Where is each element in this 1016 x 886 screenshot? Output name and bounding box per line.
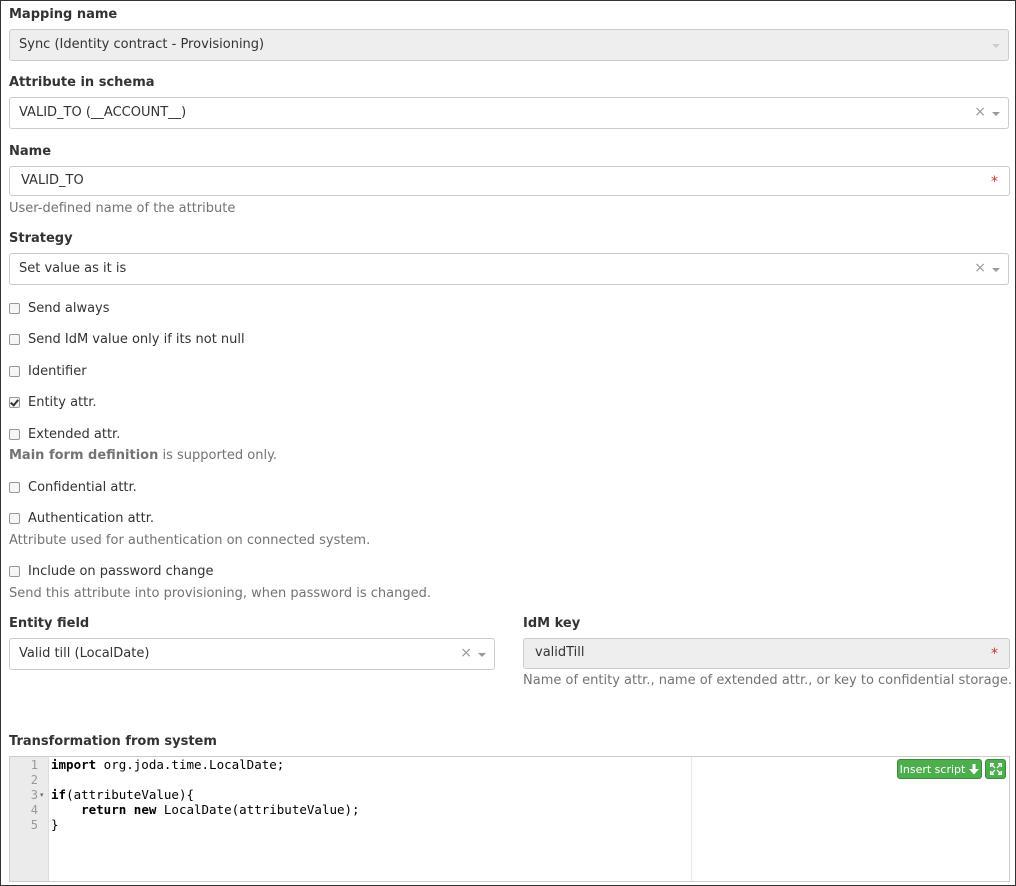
extended-attr-checkbox-row[interactable]: Extended attr. — [9, 426, 120, 442]
password-change-label[interactable]: Include on password change — [28, 564, 213, 579]
arrow-down-icon — [969, 763, 980, 774]
idm-key-value: validTill — [535, 645, 585, 660]
code-line-3[interactable]: if(attributeValue){ — [51, 787, 194, 802]
mapping-name-value: Sync (Identity contract - Provisioning) — [19, 37, 265, 52]
line-number: 4 — [30, 803, 38, 817]
fullscreen-button[interactable] — [985, 759, 1006, 779]
authentication-attr-label[interactable]: Authentication attr. — [28, 511, 154, 526]
send-idm-value-checkbox[interactable] — [9, 333, 20, 345]
transformation-label: Transformation from system — [9, 734, 217, 749]
authentication-attr-checkbox[interactable] — [9, 512, 20, 524]
password-change-checkbox[interactable] — [9, 565, 20, 577]
name-input[interactable]: VALID_TO * — [9, 166, 1010, 196]
send-always-checkbox[interactable] — [9, 302, 20, 314]
entity-field-value: Valid till (LocalDate) — [19, 646, 150, 661]
code-line-4[interactable]: return new LocalDate(attributeValue); — [51, 802, 359, 817]
identifier-checkbox-row[interactable]: Identifier — [9, 363, 87, 379]
extended-attr-label[interactable]: Extended attr. — [28, 427, 120, 442]
clear-icon[interactable]: × — [460, 645, 472, 661]
name-help-text: User-defined name of the attribute — [9, 201, 236, 216]
idm-key-label: IdM key — [523, 616, 581, 631]
expand-icon — [989, 763, 1002, 775]
chevron-down-icon[interactable] — [992, 268, 1000, 272]
editor-gutter: 1 2 3 ▾ 4 5 — [10, 757, 49, 881]
send-always-label[interactable]: Send always — [28, 301, 110, 316]
line-number: 2 — [30, 773, 38, 787]
chevron-down-icon — [992, 44, 1000, 48]
identifier-checkbox[interactable] — [9, 365, 20, 377]
extended-help-rest: is supported only. — [158, 448, 278, 463]
entity-attr-checkbox-row[interactable]: Entity attr. — [9, 394, 97, 410]
attribute-in-schema-label: Attribute in schema — [9, 75, 155, 90]
idm-key-input: validTill * — [523, 638, 1010, 669]
required-indicator: * — [991, 646, 998, 662]
attribute-in-schema-value: VALID_TO (__ACCOUNT__) — [19, 105, 187, 120]
print-margin — [691, 757, 692, 881]
code-line-5[interactable]: } — [51, 817, 59, 832]
line-number: 5 — [30, 818, 38, 832]
extended-attr-checkbox[interactable] — [9, 428, 20, 440]
entity-attr-label[interactable]: Entity attr. — [28, 395, 97, 410]
strategy-select[interactable]: Set value as it is × — [9, 253, 1009, 285]
fold-arrow-icon[interactable]: ▾ — [40, 791, 44, 799]
password-change-checkbox-row[interactable]: Include on password change — [9, 563, 213, 579]
send-idm-value-checkbox-row[interactable]: Send IdM value only if its not null — [9, 331, 245, 347]
confidential-attr-checkbox-row[interactable]: Confidential attr. — [9, 479, 137, 495]
entity-field-select[interactable]: Valid till (LocalDate) × — [9, 638, 495, 670]
confidential-attr-label[interactable]: Confidential attr. — [28, 480, 137, 495]
authentication-attr-checkbox-row[interactable]: Authentication attr. — [9, 510, 154, 526]
idm-key-help-text: Name of entity attr., name of extended a… — [523, 673, 1012, 688]
extended-attr-help-text: Main form definition is supported only. — [9, 448, 277, 463]
mapping-name-select: Sync (Identity contract - Provisioning) — [9, 29, 1009, 61]
attribute-in-schema-select[interactable]: VALID_TO (__ACCOUNT__) × — [9, 97, 1009, 129]
chevron-down-icon[interactable] — [478, 653, 486, 657]
strategy-value: Set value as it is — [19, 261, 127, 276]
identifier-label[interactable]: Identifier — [28, 364, 87, 379]
insert-script-button[interactable]: Insert script — [897, 759, 982, 779]
script-editor[interactable]: 1 2 3 ▾ 4 5 import org.joda.time.LocalDa… — [9, 756, 1010, 882]
name-label: Name — [9, 144, 52, 159]
authentication-help-text: Attribute used for authentication on con… — [9, 533, 371, 548]
line-number: 3 — [30, 788, 38, 802]
extended-help-bold: Main form definition — [9, 448, 159, 463]
chevron-down-icon[interactable] — [992, 112, 1000, 116]
mapping-name-label: Mapping name — [9, 7, 118, 22]
send-idm-value-label[interactable]: Send IdM value only if its not null — [28, 332, 245, 347]
name-input-value: VALID_TO — [21, 173, 84, 188]
required-indicator: * — [991, 174, 998, 190]
clear-icon[interactable]: × — [974, 260, 986, 276]
send-always-checkbox-row[interactable]: Send always — [9, 300, 110, 316]
clear-icon[interactable]: × — [974, 104, 986, 120]
code-line-1[interactable]: import org.joda.time.LocalDate; — [51, 757, 284, 772]
line-number: 1 — [30, 758, 38, 772]
confidential-attr-checkbox[interactable] — [9, 481, 20, 493]
entity-attr-checkbox[interactable] — [9, 396, 20, 408]
password-change-help-text: Send this attribute into provisioning, w… — [9, 586, 431, 601]
entity-field-label: Entity field — [9, 616, 90, 631]
strategy-label: Strategy — [9, 231, 73, 246]
insert-script-label: Insert script — [899, 762, 966, 776]
